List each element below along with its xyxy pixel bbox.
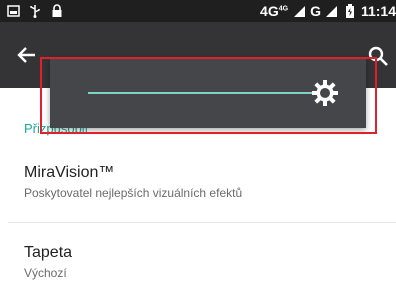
search-icon[interactable] [367,45,389,67]
screenshot-icon [6,4,20,18]
signal-icon-2 [325,4,339,18]
item-subtitle: Výchozí [24,266,67,280]
item-title: Tapeta [24,244,73,261]
brightness-slider[interactable] [88,92,324,94]
signal-icon [292,4,306,18]
item-subtitle: Poskytovatel nejlepších vizuálních efekt… [24,186,243,200]
battery-icon [343,4,357,18]
network-type: 4G4G [260,3,289,19]
status-left-icons [6,0,64,22]
arrow-left-icon[interactable] [16,44,38,66]
divider [8,222,396,223]
usb-icon [28,4,42,18]
item-title: MiraVision™ [24,164,115,181]
brightness-icon[interactable] [311,79,339,107]
status-right-icons: 4G4G G 11:14 [260,0,396,22]
carrier-letter: G [310,3,321,19]
clock: 11:14 [360,3,396,19]
lock-icon [50,4,64,18]
status-bar: 4G4G G 11:14 [0,0,396,22]
brightness-popup [50,58,366,128]
